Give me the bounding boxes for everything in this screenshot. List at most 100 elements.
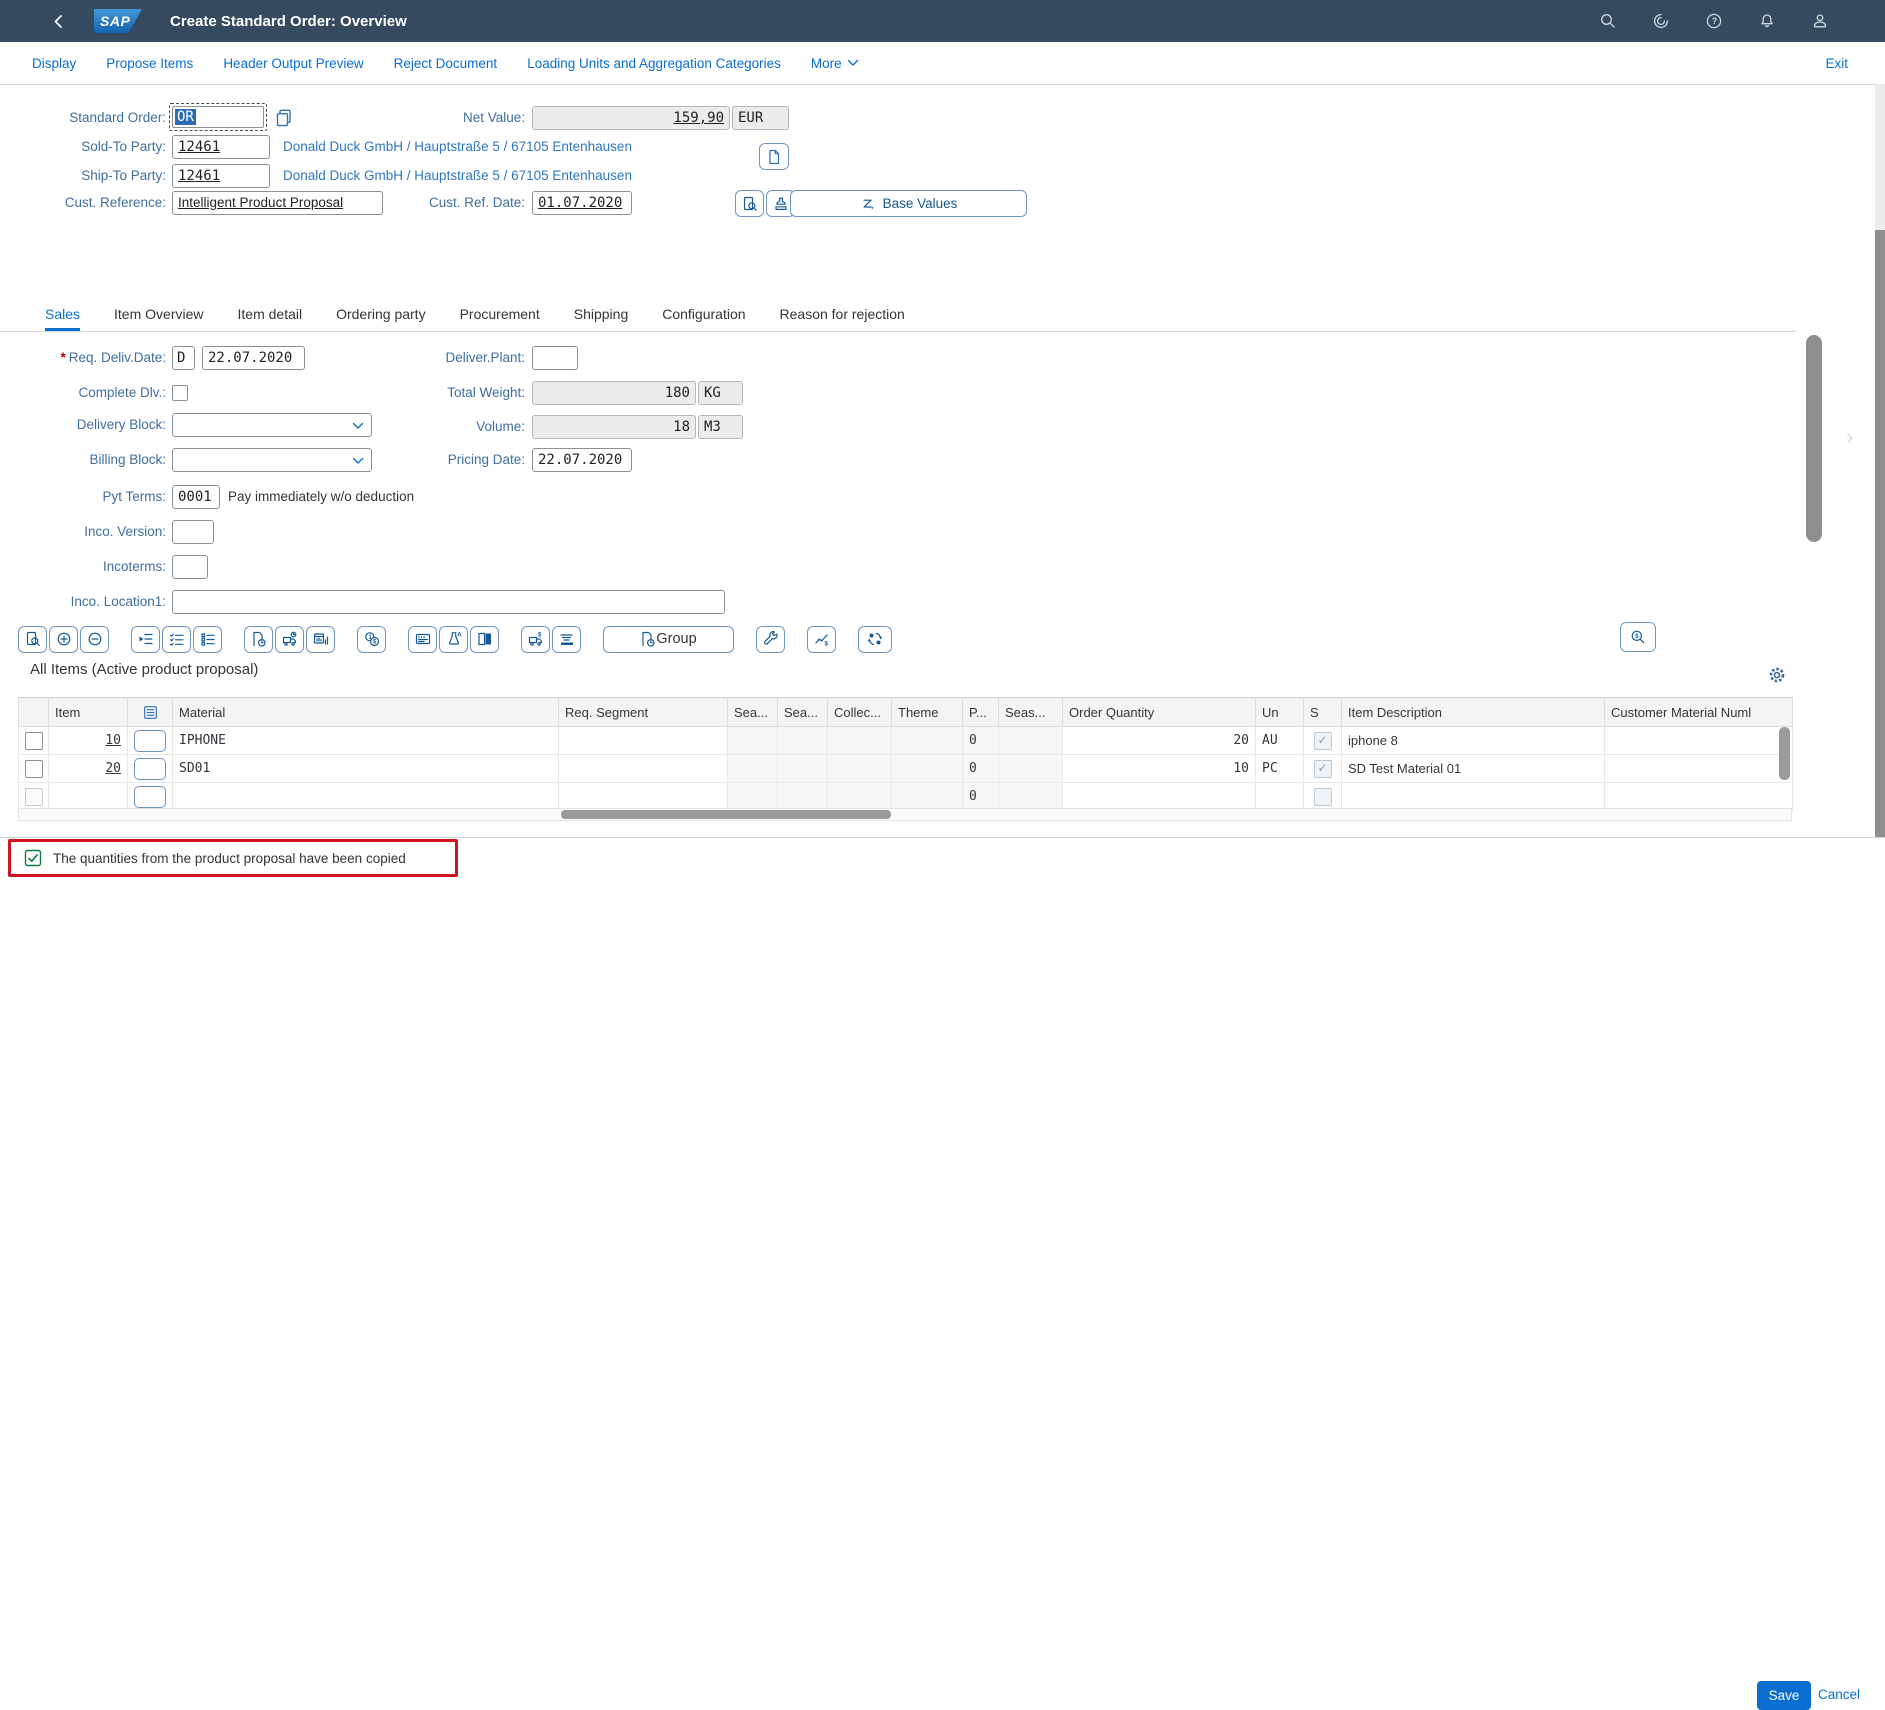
pricing-date-field[interactable]: 22.07.2020 <box>532 448 632 472</box>
sort-stack-button[interactable] <box>552 625 581 653</box>
help-button[interactable]: ? <box>1704 11 1724 31</box>
insert-row-button[interactable] <box>131 625 160 653</box>
details-button[interactable] <box>18 625 47 653</box>
column-header-theme[interactable]: Theme <box>891 697 963 727</box>
column-header-req-segment[interactable]: Req. Segment <box>558 697 728 727</box>
s-checkbox[interactable]: ✓ <box>1313 787 1332 806</box>
order-quantity-cell[interactable]: 10 <box>1062 754 1256 783</box>
req-segment-cell[interactable] <box>558 726 728 755</box>
profile-button[interactable] <box>1810 11 1830 31</box>
page-scrollbar[interactable] <box>1875 84 1885 886</box>
standard-order-field[interactable]: OR <box>169 103 267 131</box>
remove-row-button[interactable] <box>80 625 109 653</box>
s-checkbox[interactable]: ✓ <box>1313 731 1332 750</box>
pricing-conditions-button[interactable]: 1 $ <box>357 625 386 653</box>
unit-cell[interactable] <box>1255 782 1304 811</box>
customer-material-cell[interactable] <box>1604 726 1793 755</box>
complete-dlv-checkbox[interactable] <box>172 385 188 401</box>
unit-cell[interactable]: PC <box>1255 754 1304 783</box>
material-cell[interactable]: IPHONE <box>172 726 559 755</box>
row-checkbox[interactable] <box>24 731 43 750</box>
select-items-button[interactable] <box>162 625 191 653</box>
column-header-collec[interactable]: Collec... <box>827 697 892 727</box>
item-proposal-refresh-button[interactable] <box>858 625 892 653</box>
menu-item-loading-units[interactable]: Loading Units and Aggregation Categories <box>527 56 781 71</box>
scrollbar-thumb[interactable] <box>561 810 891 819</box>
material-cell[interactable] <box>172 782 559 811</box>
page-scrollbar-thumb[interactable] <box>1875 230 1885 850</box>
table-vertical-scrollbar[interactable] <box>1779 727 1790 780</box>
menu-item-exit[interactable]: Exit <box>1825 56 1848 71</box>
base-values-button[interactable]: Base Values <box>790 190 1027 217</box>
tab-ordering-party[interactable]: Ordering party <box>336 299 425 331</box>
availability-check-button[interactable] <box>275 625 304 653</box>
column-header-order-quantity[interactable]: Order Quantity <box>1062 697 1256 727</box>
order-quantity-cell[interactable] <box>1062 782 1256 811</box>
s-checkbox[interactable]: ✓ <box>1313 759 1332 778</box>
search-item-button[interactable]: $ <box>1620 622 1656 652</box>
sales-summary-button[interactable]: $ <box>807 625 836 653</box>
menu-item-more[interactable]: More <box>811 56 859 71</box>
item-field-box[interactable] <box>134 729 166 752</box>
item-description-cell[interactable] <box>1341 782 1605 811</box>
variant-config-button[interactable]: A <box>439 625 468 653</box>
search-button[interactable] <box>1598 11 1618 31</box>
tab-procurement[interactable]: Procurement <box>460 299 540 331</box>
message-bar[interactable]: The quantities from the product proposal… <box>8 839 458 877</box>
row-checkbox[interactable] <box>24 787 43 806</box>
order-quantity-cell[interactable]: 20 <box>1062 726 1256 755</box>
group-button[interactable]: Group <box>603 625 734 653</box>
document-flow-button[interactable] <box>470 625 499 653</box>
unit-cell[interactable]: AU <box>1255 726 1304 755</box>
row-checkbox[interactable] <box>24 759 43 778</box>
item-number-link[interactable]: 20 <box>48 754 128 783</box>
back-button[interactable] <box>46 8 72 34</box>
item-field-box[interactable] <box>134 757 166 780</box>
material-cell[interactable]: SD01 <box>172 754 559 783</box>
item-number-link[interactable] <box>48 782 128 811</box>
column-header-sea1[interactable]: Sea... <box>727 697 778 727</box>
column-header-customer-material[interactable]: Customer Material Numl <box>1604 697 1793 727</box>
customer-material-cell[interactable] <box>1604 782 1793 811</box>
cancel-button[interactable]: Cancel <box>1818 1681 1860 1708</box>
tab-configuration[interactable]: Configuration <box>662 299 745 331</box>
column-header-sea2[interactable]: Sea... <box>777 697 828 727</box>
billing-block-select[interactable] <box>172 448 372 472</box>
tab-sales[interactable]: Sales <box>45 299 81 331</box>
schedule-lines-button[interactable] <box>306 625 335 653</box>
pyt-terms-field[interactable]: 0001 <box>172 485 220 509</box>
tab-shipping[interactable]: Shipping <box>574 299 629 331</box>
column-header-seas[interactable]: Seas... <box>998 697 1063 727</box>
item-field-box[interactable] <box>134 785 166 808</box>
inco-version-field[interactable] <box>172 520 214 544</box>
panel-expand-chevron-icon[interactable]: › <box>1846 424 1853 450</box>
save-button[interactable]: Save <box>1757 1681 1811 1710</box>
menu-item-reject-document[interactable]: Reject Document <box>394 56 498 71</box>
tab-reason-for-rejection[interactable]: Reason for rejection <box>780 299 905 331</box>
inco-location1-field[interactable] <box>172 590 725 614</box>
req-deliv-date-field[interactable]: 22.07.2020 <box>202 346 305 370</box>
tab-item-overview[interactable]: Item Overview <box>114 299 203 331</box>
copilot-button[interactable] <box>1651 11 1671 31</box>
content-vertical-scrollbar[interactable] <box>1806 335 1822 542</box>
item-description-cell[interactable]: iphone 8 <box>1341 726 1605 755</box>
add-row-button[interactable] <box>49 625 78 653</box>
document-button[interactable] <box>759 143 789 170</box>
column-header-un[interactable]: Un <box>1255 697 1304 727</box>
freight-costs-button[interactable]: $ <box>521 625 550 653</box>
column-header-item[interactable]: Item <box>48 697 128 727</box>
cust-reference-field[interactable]: Intelligent Product Proposal <box>172 191 383 215</box>
ship-to-field[interactable]: 12461 <box>172 164 270 188</box>
customer-material-cell[interactable] <box>1604 754 1793 783</box>
menu-item-header-output-preview[interactable]: Header Output Preview <box>223 56 363 71</box>
copy-button[interactable] <box>274 108 294 128</box>
notifications-button[interactable] <box>1757 11 1777 31</box>
column-header-material[interactable]: Material <box>172 697 559 727</box>
output-card-button[interactable] <box>408 625 437 653</box>
services-button[interactable] <box>756 625 785 653</box>
propose-items-button[interactable] <box>244 625 273 653</box>
incoterms-field[interactable] <box>172 555 208 579</box>
column-header-hierarchy[interactable] <box>127 697 173 727</box>
column-header-item-description[interactable]: Item Description <box>1341 697 1605 727</box>
deliver-plant-field[interactable] <box>532 346 578 370</box>
